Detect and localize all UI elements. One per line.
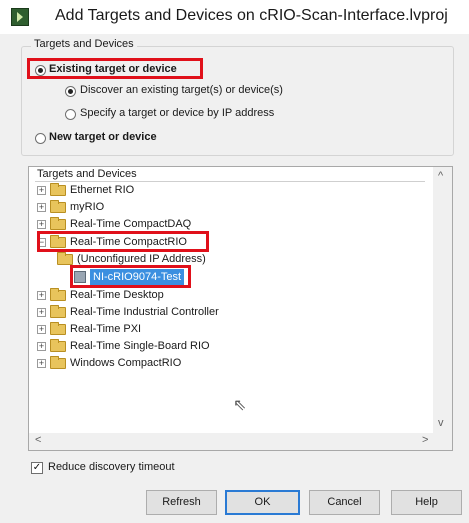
scroll-up-icon[interactable]: ^: [438, 170, 443, 182]
help-button[interactable]: Help: [391, 490, 462, 515]
scroll-right-icon[interactable]: >: [422, 434, 428, 446]
targets-group-legend: Targets and Devices: [31, 38, 137, 50]
mouse-cursor-icon: ⇖: [233, 397, 247, 414]
tree-item-label: myRIO: [70, 201, 105, 213]
discover-radio[interactable]: [65, 86, 76, 97]
reduce-timeout-label[interactable]: Reduce discovery timeout: [48, 461, 175, 473]
tree-item-label: Real-Time CompactDAQ: [70, 218, 192, 230]
expand-icon[interactable]: +: [37, 325, 46, 334]
specify-ip-label[interactable]: Specify a target or device by IP address: [80, 107, 274, 119]
folder-icon: [50, 288, 66, 301]
expand-icon[interactable]: +: [37, 342, 46, 351]
ok-button[interactable]: OK: [225, 490, 300, 515]
discover-label[interactable]: Discover an existing target(s) or device…: [80, 84, 283, 96]
existing-target-highlight: [27, 58, 203, 79]
folder-icon: [57, 252, 73, 265]
folder-icon: [50, 305, 66, 318]
expand-icon[interactable]: +: [37, 203, 46, 212]
scroll-left-icon[interactable]: <: [35, 434, 41, 446]
folder-icon: [50, 356, 66, 369]
tree-item-label: Real-Time PXI: [70, 323, 142, 335]
tree-header: Targets and Devices: [37, 168, 137, 180]
folder-icon: [50, 200, 66, 213]
expand-icon[interactable]: +: [37, 291, 46, 300]
expand-icon[interactable]: +: [37, 359, 46, 368]
folder-icon: [50, 183, 66, 196]
expand-icon[interactable]: +: [37, 186, 46, 195]
tree-header-divider: [35, 181, 425, 182]
cancel-button[interactable]: Cancel: [309, 490, 380, 515]
tree-item-label: Real-Time Desktop: [70, 289, 164, 301]
reduce-timeout-checkbox[interactable]: ✓: [31, 462, 43, 474]
window-title: Add Targets and Devices on cRIO-Scan-Int…: [55, 7, 448, 24]
compactrio-highlight: [37, 231, 209, 252]
tree-item-label: Windows CompactRIO: [70, 357, 182, 369]
tree-item-label: Real-Time Single-Board RIO: [70, 340, 210, 352]
folder-icon: [50, 322, 66, 335]
tree-item-label: Real-Time Industrial Controller: [70, 306, 219, 318]
folder-icon: [50, 339, 66, 352]
scroll-corner: [433, 433, 452, 450]
folder-icon: [50, 217, 66, 230]
vertical-scrollbar[interactable]: [433, 167, 452, 433]
horizontal-scrollbar[interactable]: [29, 433, 433, 450]
new-target-radio[interactable]: [35, 133, 46, 144]
new-target-label[interactable]: New target or device: [49, 131, 157, 143]
tree-item-label: Ethernet RIO: [70, 184, 135, 196]
specify-ip-radio[interactable]: [65, 109, 76, 120]
scroll-down-icon[interactable]: v: [438, 417, 444, 429]
expand-icon[interactable]: +: [37, 308, 46, 317]
expand-icon[interactable]: +: [37, 220, 46, 229]
refresh-button[interactable]: Refresh: [146, 490, 217, 515]
crio9074-highlight: [70, 265, 191, 288]
labview-app-icon: [11, 8, 29, 26]
